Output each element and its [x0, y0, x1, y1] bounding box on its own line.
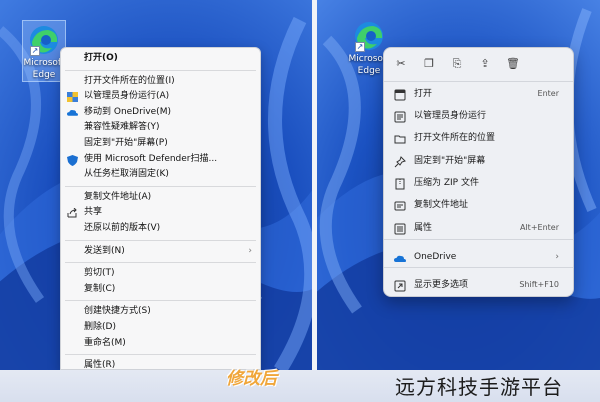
classic-menu-item[interactable]: 使用 Microsoft Defender扫描...	[61, 152, 260, 168]
menu-separator	[65, 300, 256, 302]
edge-icon: ↗	[353, 20, 385, 52]
modern-menu-item[interactable]: 复制文件地址	[384, 194, 573, 216]
classic-menu-item-label: 属性(R)	[84, 360, 116, 370]
modern-menu-item[interactable]: 打开文件所在的位置	[384, 127, 573, 149]
menu-shortcut: Enter	[537, 89, 559, 98]
classic-menu-item-label: 固定到"开始"屏幕(P)	[84, 137, 168, 148]
edge-icon: ↗	[28, 24, 60, 56]
modern-menu-item-label: 压缩为 ZIP 文件	[414, 178, 479, 188]
menu-quick-actions: ✂ ❐ ⎘ ⇪ 🗑	[384, 48, 573, 80]
classic-menu-item-label: 移动到 OneDrive(M)	[84, 106, 171, 117]
copy-icon[interactable]: ❐	[422, 57, 436, 71]
classic-menu-item[interactable]: 复制(C)	[61, 282, 260, 298]
modern-menu-item-label: 复制文件地址	[414, 200, 469, 210]
classic-menu-item[interactable]: 发送到(N) ›	[61, 244, 260, 260]
modern-menu-item[interactable]: 显示更多选项 Shift+F10	[384, 274, 573, 296]
menu-separator	[65, 69, 256, 71]
cut-icon[interactable]: ✂	[394, 57, 408, 71]
classic-menu-item[interactable]: 以管理员身份运行(A)	[61, 89, 260, 105]
classic-menu-item-label: 复制(C)	[84, 283, 116, 294]
modern-menu-item[interactable]: OneDrive ›	[384, 246, 573, 268]
menu-separator	[65, 354, 256, 356]
classic-menu-item-label: 打开(O)	[84, 53, 118, 63]
properties-icon	[394, 222, 406, 235]
classic-menu-item-label: 复制文件地址(A)	[84, 191, 152, 202]
menu-shortcut: Alt+Enter	[519, 223, 559, 232]
classic-menu-item[interactable]: 重命名(M)	[61, 336, 260, 352]
classic-menu-item[interactable]: 删除(D)	[61, 320, 260, 336]
classic-menu-item-label: 以管理员身份运行(A)	[84, 91, 170, 102]
after-label: 修改后	[226, 369, 277, 389]
modern-menu-item-label: 打开	[414, 89, 433, 99]
classic-menu-item-label: 使用 Microsoft Defender扫描...	[84, 153, 218, 164]
modern-context-menu: ✂ ❐ ⎘ ⇪ 🗑 打开 Enter 以管理员身份运行 打开文件所在的位置 固定到"开始…	[383, 47, 574, 297]
more-options-icon	[394, 279, 406, 292]
share-icon[interactable]: ⇪	[478, 57, 492, 71]
site-watermark: 远方科技手游平台	[395, 375, 563, 399]
defender-icon	[67, 154, 78, 166]
classic-menu-item[interactable]: 从任务栏取消固定(K)	[61, 167, 260, 183]
classic-menu-item[interactable]: 打开文件所在的位置(I)	[61, 74, 260, 90]
zip-icon	[394, 177, 406, 190]
menu-separator	[65, 262, 256, 264]
classic-menu-item[interactable]: 固定到"开始"屏幕(P)	[61, 136, 260, 152]
modern-menu-item-label: 显示更多选项	[414, 280, 469, 290]
shortcut-arrow-icon: ↗	[30, 46, 40, 56]
pin-icon	[394, 155, 406, 168]
classic-menu-item[interactable]: 剪切(T)	[61, 266, 260, 282]
modern-menu-item[interactable]: 压缩为 ZIP 文件	[384, 172, 573, 194]
classic-menu-item-label: 共享	[84, 207, 103, 218]
menu-shortcut: Shift+F10	[519, 280, 559, 289]
classic-menu-item[interactable]: 打开(O)	[61, 51, 260, 67]
classic-menu-item-label: 还原以前的版本(V)	[84, 222, 161, 233]
classic-menu-item-label: 从任务栏取消固定(K)	[84, 169, 169, 180]
menu-separator	[65, 185, 256, 187]
classic-menu-item-label: 发送到(N)	[84, 245, 125, 256]
classic-menu-item[interactable]: 移动到 OneDrive(M)	[61, 105, 260, 121]
onedrive-icon	[394, 251, 406, 263]
rename-icon[interactable]: ⎘	[450, 57, 464, 71]
modern-menu-item[interactable]: 以管理员身份运行	[384, 105, 573, 127]
modern-menu-item-label: 打开文件所在的位置	[414, 133, 496, 143]
modern-menu-item-label: 以管理员身份运行	[414, 111, 487, 121]
chevron-right-icon: ›	[248, 245, 252, 256]
classic-menu-item[interactable]: 复制文件地址(A)	[61, 190, 260, 206]
open-icon	[394, 88, 406, 101]
copy-path-icon	[394, 199, 406, 211]
classic-context-menu: 打开(O) 打开文件所在的位置(I) 以管理员身份运行(A) 移动到 OneDrive…	[60, 47, 261, 370]
classic-menu-item-label: 重命名(M)	[84, 337, 126, 348]
modern-menu-item[interactable]: 打开 Enter	[384, 83, 573, 105]
classic-menu-item-label: 打开文件所在的位置(I)	[84, 75, 175, 86]
delete-icon[interactable]: 🗑	[506, 57, 520, 71]
classic-menu-item[interactable]: 兼容性疑难解答(Y)	[61, 120, 260, 136]
classic-menu-item-label: 剪切(T)	[84, 268, 115, 279]
classic-menu-item[interactable]: 共享	[61, 205, 260, 221]
chevron-right-icon: ›	[555, 252, 559, 262]
menu-separator	[384, 81, 573, 82]
modern-menu-item[interactable]: 属性 Alt+Enter	[384, 217, 573, 239]
shortcut-arrow-icon: ↗	[355, 42, 365, 52]
shield-icon	[67, 92, 78, 103]
classic-menu-item-label: 删除(D)	[84, 321, 116, 332]
classic-menu-item-label: 兼容性疑难解答(Y)	[84, 122, 160, 133]
classic-menu-item-label: 创建快捷方式(S)	[84, 306, 151, 317]
classic-menu-item[interactable]: 创建快捷方式(S)	[61, 304, 260, 320]
classic-menu-item[interactable]: 还原以前的版本(V)	[61, 221, 260, 237]
menu-separator	[65, 239, 256, 241]
folder-icon	[394, 132, 406, 144]
admin-icon	[394, 110, 406, 123]
desktop-before: ↗ Microsoft Edge 打开(O) 打开文件所在的位置(I) 以管理员身份…	[0, 0, 312, 370]
onedrive-icon	[67, 108, 78, 118]
share-icon	[67, 207, 78, 218]
modern-menu-item[interactable]: 固定到"开始"屏幕	[384, 150, 573, 172]
modern-menu-item-label: 固定到"开始"屏幕	[414, 156, 486, 166]
menu-separator	[384, 239, 573, 240]
modern-menu-item-label: 属性	[414, 223, 433, 233]
modern-menu-item-label: OneDrive	[414, 252, 457, 262]
comparison-screenshot: ↗ Microsoft Edge 打开(O) 打开文件所在的位置(I) 以管理员身份…	[0, 0, 600, 402]
